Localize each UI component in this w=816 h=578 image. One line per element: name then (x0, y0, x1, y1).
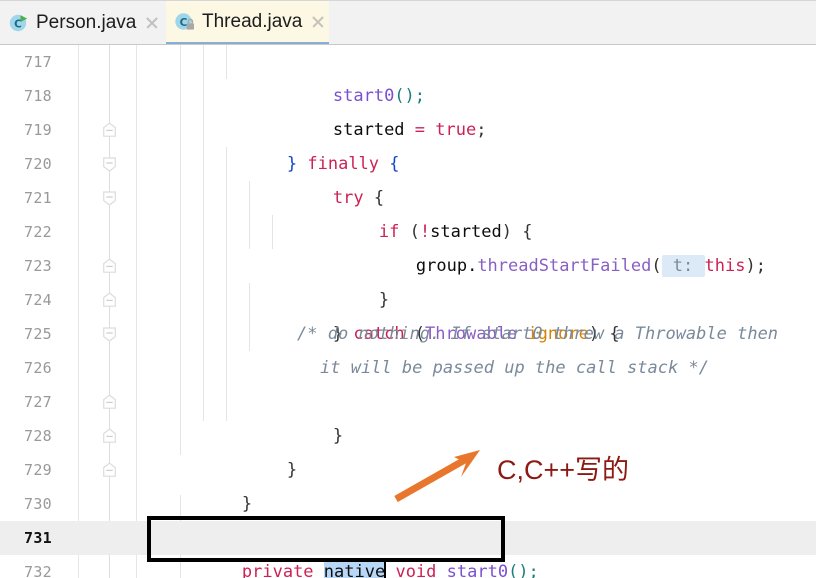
editor-line[interactable]: 723 } (0, 249, 816, 310)
editor-line[interactable]: 720 try { (0, 147, 816, 208)
line-number: 719 (24, 121, 52, 139)
line-number: 723 (24, 257, 52, 275)
editor-line[interactable]: 722 group.threadStartFailed( t: this); (0, 215, 816, 277)
line-number: 717 (24, 53, 52, 71)
java-class-readonly-icon: C (174, 11, 196, 33)
editor-window: C Person.java C Thread.java 717 start0()… (0, 0, 816, 578)
line-number: 720 (24, 155, 52, 173)
line-number: 721 (24, 189, 52, 207)
line-number: 722 (24, 223, 52, 241)
editor-line[interactable]: 725 /* do nothing. If start0 threw a Thr… (0, 317, 816, 351)
fold-marker-collapse-icon[interactable] (102, 190, 117, 207)
line-number: 718 (24, 87, 52, 105)
line-number: 730 (24, 495, 52, 513)
tab-thread-java[interactable]: C Thread.java (166, 1, 329, 44)
close-icon[interactable] (145, 16, 159, 30)
line-number: 731 (24, 529, 52, 547)
editor-line[interactable]: 724 } catch (Throwable ignore) { (0, 283, 816, 344)
fold-marker-collapse-icon[interactable] (102, 428, 117, 445)
tab-label: Thread.java (202, 10, 303, 32)
line-number: 729 (24, 461, 52, 479)
pointer-arrow (394, 450, 480, 502)
annotation-note: C,C++写的 (497, 455, 630, 485)
line-number: 727 (24, 393, 52, 411)
editor-line[interactable]: 732 (0, 555, 816, 578)
line-number: 726 (24, 359, 52, 377)
fold-marker-collapse-icon[interactable] (102, 122, 117, 139)
fold-marker-collapse-icon[interactable] (102, 156, 117, 173)
editor-line[interactable]: 719 } finally { (0, 113, 816, 174)
line-number: 732 (24, 563, 52, 578)
svg-text:C: C (180, 17, 188, 29)
editor-line[interactable]: 727 } (0, 385, 816, 446)
editor-line[interactable]: 718 started = true; (0, 79, 816, 140)
code-comment: it will be passed up the call stack */ (320, 358, 709, 378)
java-class-runnable-icon: C (8, 12, 30, 34)
fold-marker-collapse-icon[interactable] (102, 462, 117, 479)
close-icon[interactable] (311, 15, 325, 29)
editor-line-current[interactable]: 731 private native void start0(); (0, 521, 816, 578)
fold-marker-collapse-icon[interactable] (102, 258, 117, 275)
tab-label: Person.java (36, 11, 137, 33)
editor-line[interactable]: 726 it will be passed up the call stack … (0, 351, 816, 385)
fold-marker-collapse-icon[interactable] (102, 326, 117, 343)
line-number: 725 (24, 325, 52, 343)
editor-tab-bar: C Person.java C Thread.java (0, 0, 816, 45)
fold-marker-collapse-icon[interactable] (102, 292, 117, 309)
fold-marker-collapse-icon[interactable] (102, 394, 117, 411)
tab-person-java[interactable]: C Person.java (0, 1, 157, 44)
editor-line[interactable]: 721 if (!started) { (0, 181, 816, 242)
editor-line[interactable]: 717 start0(); (0, 45, 816, 106)
line-number: 728 (24, 427, 52, 445)
line-number: 724 (24, 291, 52, 309)
code-comment: /* do nothing. If start0 threw a Throwab… (297, 324, 779, 344)
